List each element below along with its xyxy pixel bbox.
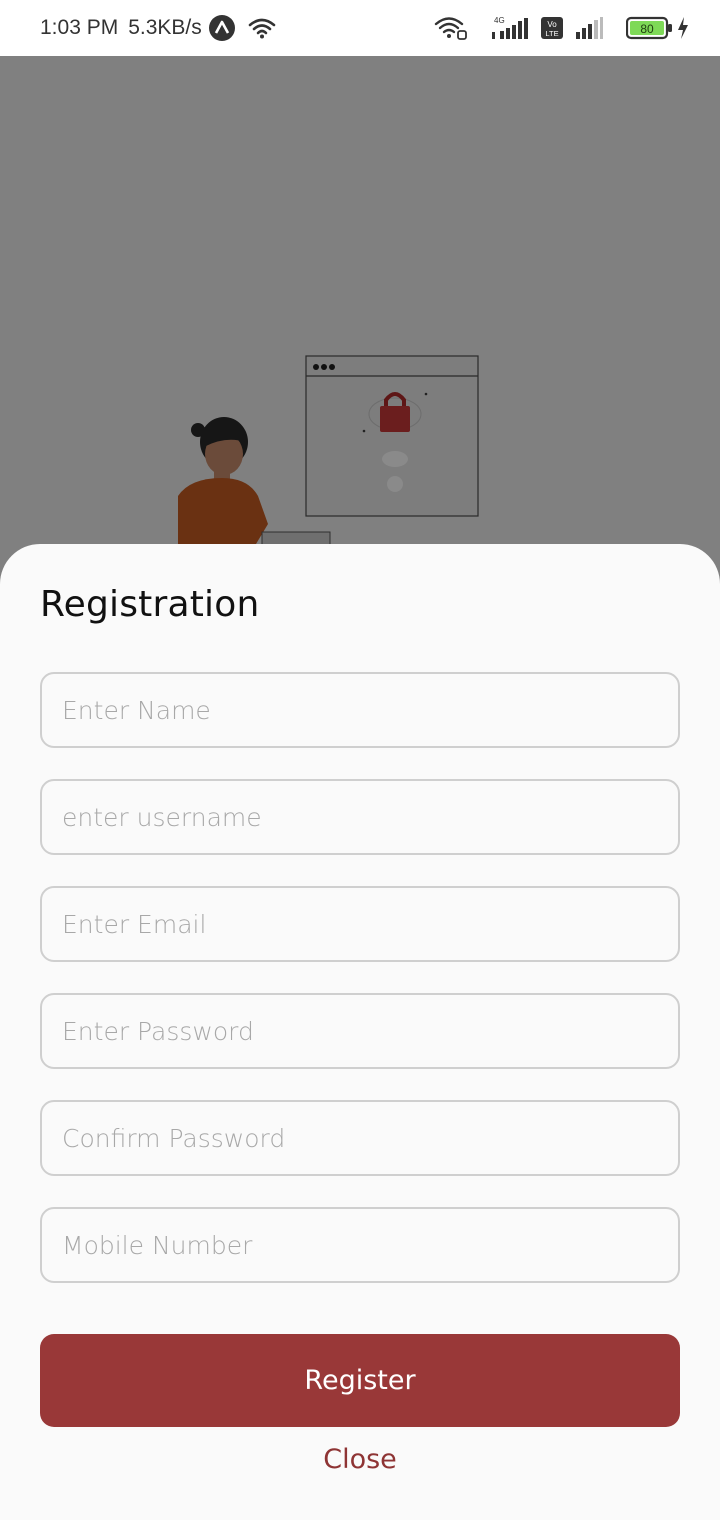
status-bar: 1:03 PM 5.3KB/s 4G Vo LTE 80 [0,0,720,56]
email-field[interactable] [40,886,680,962]
registration-sheet: Registration Register Close [0,544,720,1520]
name-field[interactable] [40,672,680,748]
battery-icon: 80 [626,16,674,40]
svg-text:LTE: LTE [545,29,558,38]
battery-level: 80 [640,22,654,36]
volte-icon: Vo LTE [540,16,564,40]
username-input[interactable] [62,802,658,832]
email-input[interactable] [62,909,658,939]
password-input[interactable] [62,1016,658,1046]
security-illustration [178,355,479,547]
wifi-calling-icon [434,15,468,41]
backdrop-scrim[interactable] [0,56,720,576]
svg-text:Vo: Vo [547,20,557,29]
close-button[interactable]: Close [0,1444,720,1484]
sheet-title: Registration [40,584,260,625]
mobile-number-input[interactable] [62,1230,658,1260]
signal-icon [574,16,604,40]
status-time: 1:03 PM [40,16,119,39]
username-field[interactable] [40,779,680,855]
signal-4g-icon: 4G [490,15,530,41]
network-type-label: 4G [494,16,505,25]
mobile-number-field[interactable] [40,1207,680,1283]
wifi-icon [248,17,276,39]
charging-icon [676,16,690,40]
status-network-speed: 5.3KB/s [128,16,202,39]
app-a-icon [208,14,236,42]
browser-window-illustration [305,355,479,517]
register-button[interactable]: Register [40,1334,680,1427]
name-input[interactable] [62,695,658,725]
confirm-password-field[interactable] [40,1100,680,1176]
confirm-password-input[interactable] [62,1123,658,1153]
password-field[interactable] [40,993,680,1069]
